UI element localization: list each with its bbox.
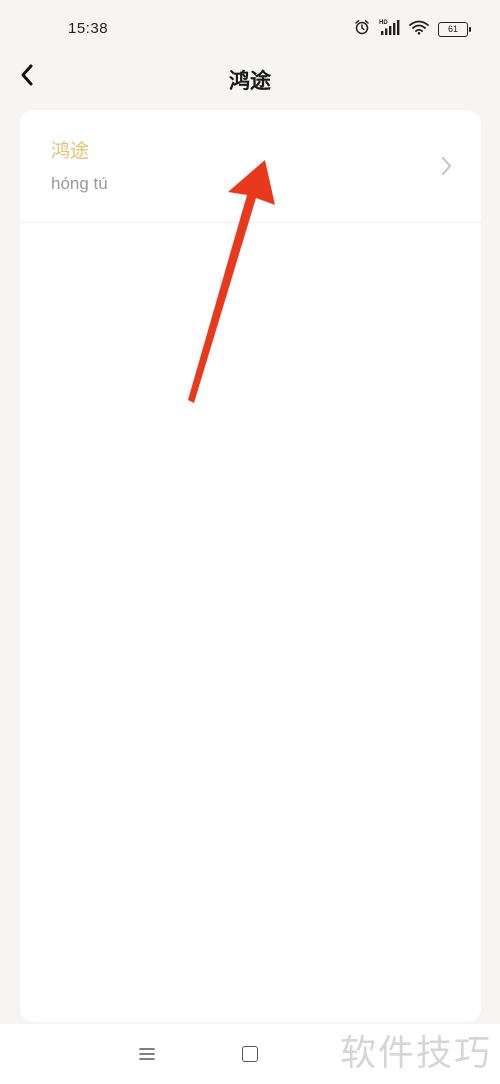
result-pinyin: hóng tú xyxy=(51,174,108,193)
result-word: 鸿途 xyxy=(51,140,90,162)
home-square-icon[interactable] xyxy=(242,1046,258,1062)
status-time: 15:38 xyxy=(68,20,109,37)
wifi-icon xyxy=(408,19,430,39)
alarm-icon xyxy=(354,19,370,39)
results-card: 鸿途 hóng tú xyxy=(20,110,481,1022)
battery-icon: 61 xyxy=(438,21,471,37)
chevron-right-icon xyxy=(437,154,455,178)
status-icons: HD 61 xyxy=(354,18,471,40)
result-row[interactable]: 鸿途 hóng tú xyxy=(20,110,481,223)
navigation-bar: 软件技巧 xyxy=(0,1024,500,1084)
page-title: 鸿途 xyxy=(229,69,271,93)
watermark: 软件技巧 xyxy=(335,1024,496,1076)
status-bar: 15:38 HD 61 xyxy=(0,0,500,58)
menu-icon[interactable] xyxy=(138,1046,156,1062)
header: 鸿途 xyxy=(0,58,500,106)
svg-text:HD: HD xyxy=(379,20,388,26)
hd-signal-icon: HD xyxy=(378,18,400,40)
